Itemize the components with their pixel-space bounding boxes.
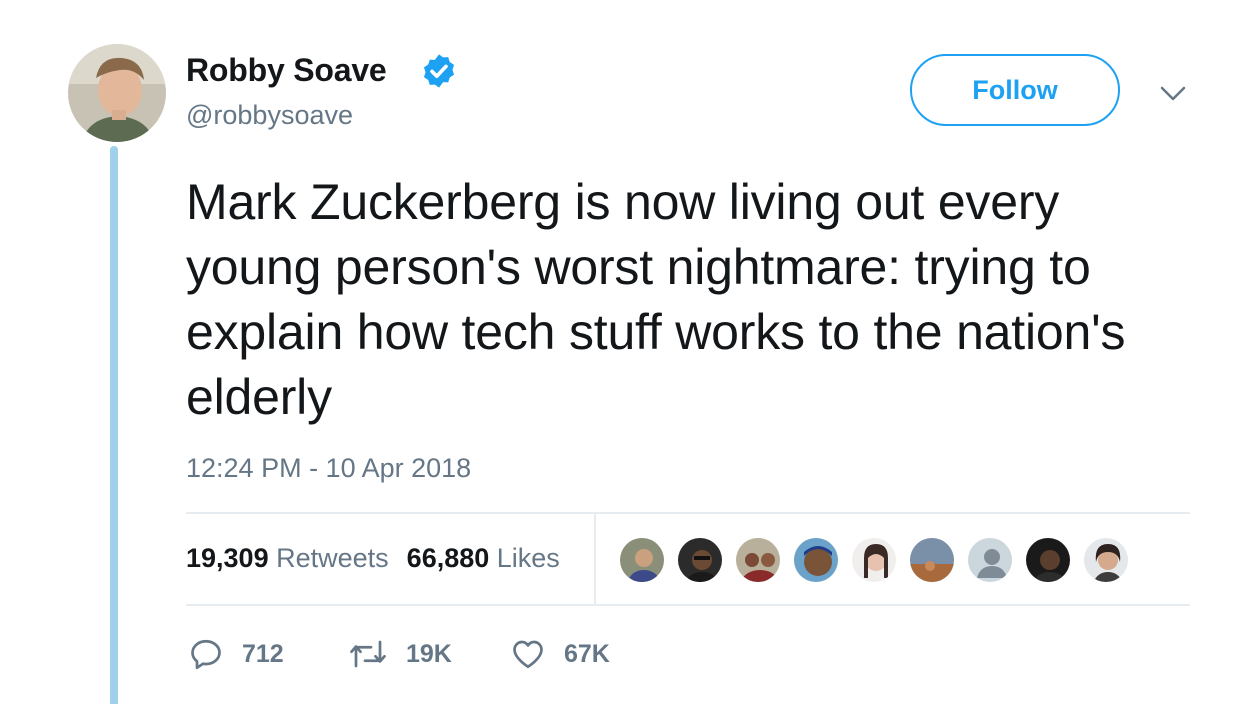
display-name[interactable]: Robby Soave bbox=[186, 52, 387, 89]
likes-stat[interactable]: 66,880 Likes bbox=[407, 543, 560, 573]
tweet-timestamp[interactable]: 12:24 PM - 10 Apr 2018 bbox=[186, 453, 471, 484]
thread-line bbox=[110, 146, 118, 704]
like-count: 67K bbox=[564, 639, 610, 668]
liker-avatar[interactable] bbox=[1024, 536, 1072, 584]
reply-icon bbox=[191, 639, 221, 670]
avatar[interactable] bbox=[68, 44, 166, 142]
tweet-text: Mark Zuckerberg is now living out every … bbox=[186, 174, 1126, 425]
heart-icon bbox=[513, 640, 543, 669]
retweet-icon bbox=[350, 640, 386, 668]
liker-avatar[interactable] bbox=[850, 536, 898, 584]
reply-count: 712 bbox=[242, 639, 284, 668]
retweets-label: Retweets bbox=[276, 543, 389, 573]
like-button[interactable]: 67K bbox=[510, 634, 610, 674]
liker-avatar[interactable] bbox=[734, 536, 782, 584]
liker-avatar[interactable] bbox=[1082, 536, 1130, 584]
retweet-button[interactable]: 19K bbox=[348, 634, 452, 674]
tweet-stats: 19,309 Retweets 66,880 Likes bbox=[186, 543, 560, 574]
stats-separator bbox=[594, 514, 596, 606]
reply-button[interactable]: 712 bbox=[188, 634, 284, 674]
retweets-count: 19,309 bbox=[186, 543, 269, 573]
chevron-down-icon[interactable] bbox=[1156, 76, 1190, 110]
liker-avatar[interactable] bbox=[676, 536, 724, 584]
liker-avatar[interactable] bbox=[792, 536, 840, 584]
liker-avatar[interactable] bbox=[966, 536, 1014, 584]
retweets-stat[interactable]: 19,309 Retweets bbox=[186, 543, 389, 573]
divider bbox=[186, 604, 1190, 606]
verified-badge-icon bbox=[423, 54, 455, 88]
user-handle[interactable]: @robbysoave bbox=[186, 100, 353, 131]
follow-button[interactable]: Follow bbox=[910, 54, 1120, 126]
liker-avatar[interactable] bbox=[618, 536, 666, 584]
likes-count: 66,880 bbox=[406, 543, 490, 573]
likes-label: Likes bbox=[496, 543, 560, 573]
retweet-count: 19K bbox=[406, 639, 452, 668]
liker-avatar[interactable] bbox=[908, 536, 956, 584]
divider bbox=[186, 512, 1190, 514]
